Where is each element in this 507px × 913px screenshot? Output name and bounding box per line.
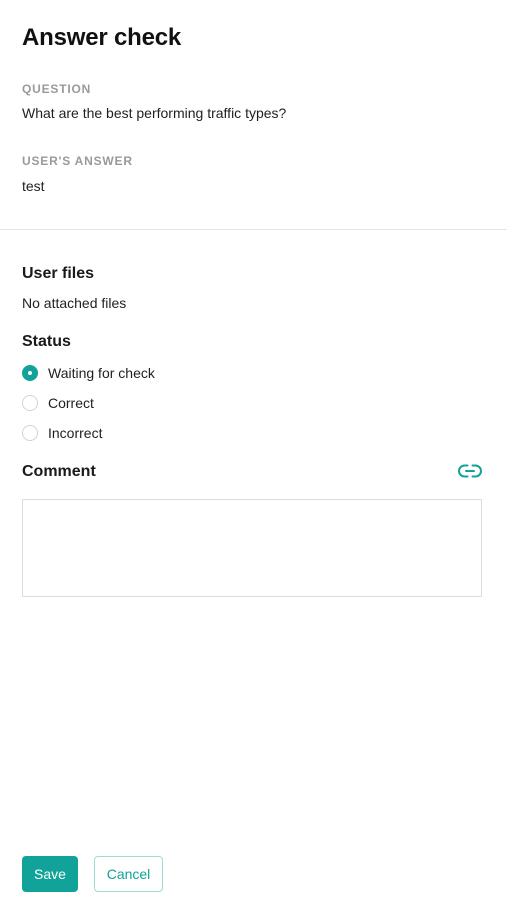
comment-textarea[interactable] [22, 499, 482, 597]
question-caption: QUESTION [22, 82, 92, 96]
radio-unchecked-icon[interactable] [22, 395, 38, 411]
user-files-heading: User files [22, 265, 95, 282]
link-icon[interactable] [458, 462, 482, 480]
status-option-label: Correct [48, 395, 94, 411]
status-heading: Status [22, 333, 71, 350]
answer-caption: USER'S ANSWER [22, 154, 133, 168]
radio-checked-icon[interactable] [22, 365, 38, 381]
section-divider [0, 229, 507, 230]
save-button[interactable]: Save [22, 856, 78, 892]
no-files-text: No attached files [22, 295, 127, 311]
radio-unchecked-icon[interactable] [22, 425, 38, 441]
page-title: Answer check [22, 24, 182, 51]
answer-text: test [22, 178, 45, 194]
status-option-label: Incorrect [48, 425, 103, 441]
status-option-incorrect[interactable]: Incorrect [22, 424, 102, 442]
status-option-waiting[interactable]: Waiting for check [22, 364, 155, 382]
status-option-label: Waiting for check [48, 365, 155, 381]
comment-heading: Comment [22, 463, 96, 480]
cancel-button[interactable]: Cancel [94, 856, 163, 892]
question-text: What are the best performing traffic typ… [22, 105, 287, 121]
status-option-correct[interactable]: Correct [22, 394, 94, 412]
